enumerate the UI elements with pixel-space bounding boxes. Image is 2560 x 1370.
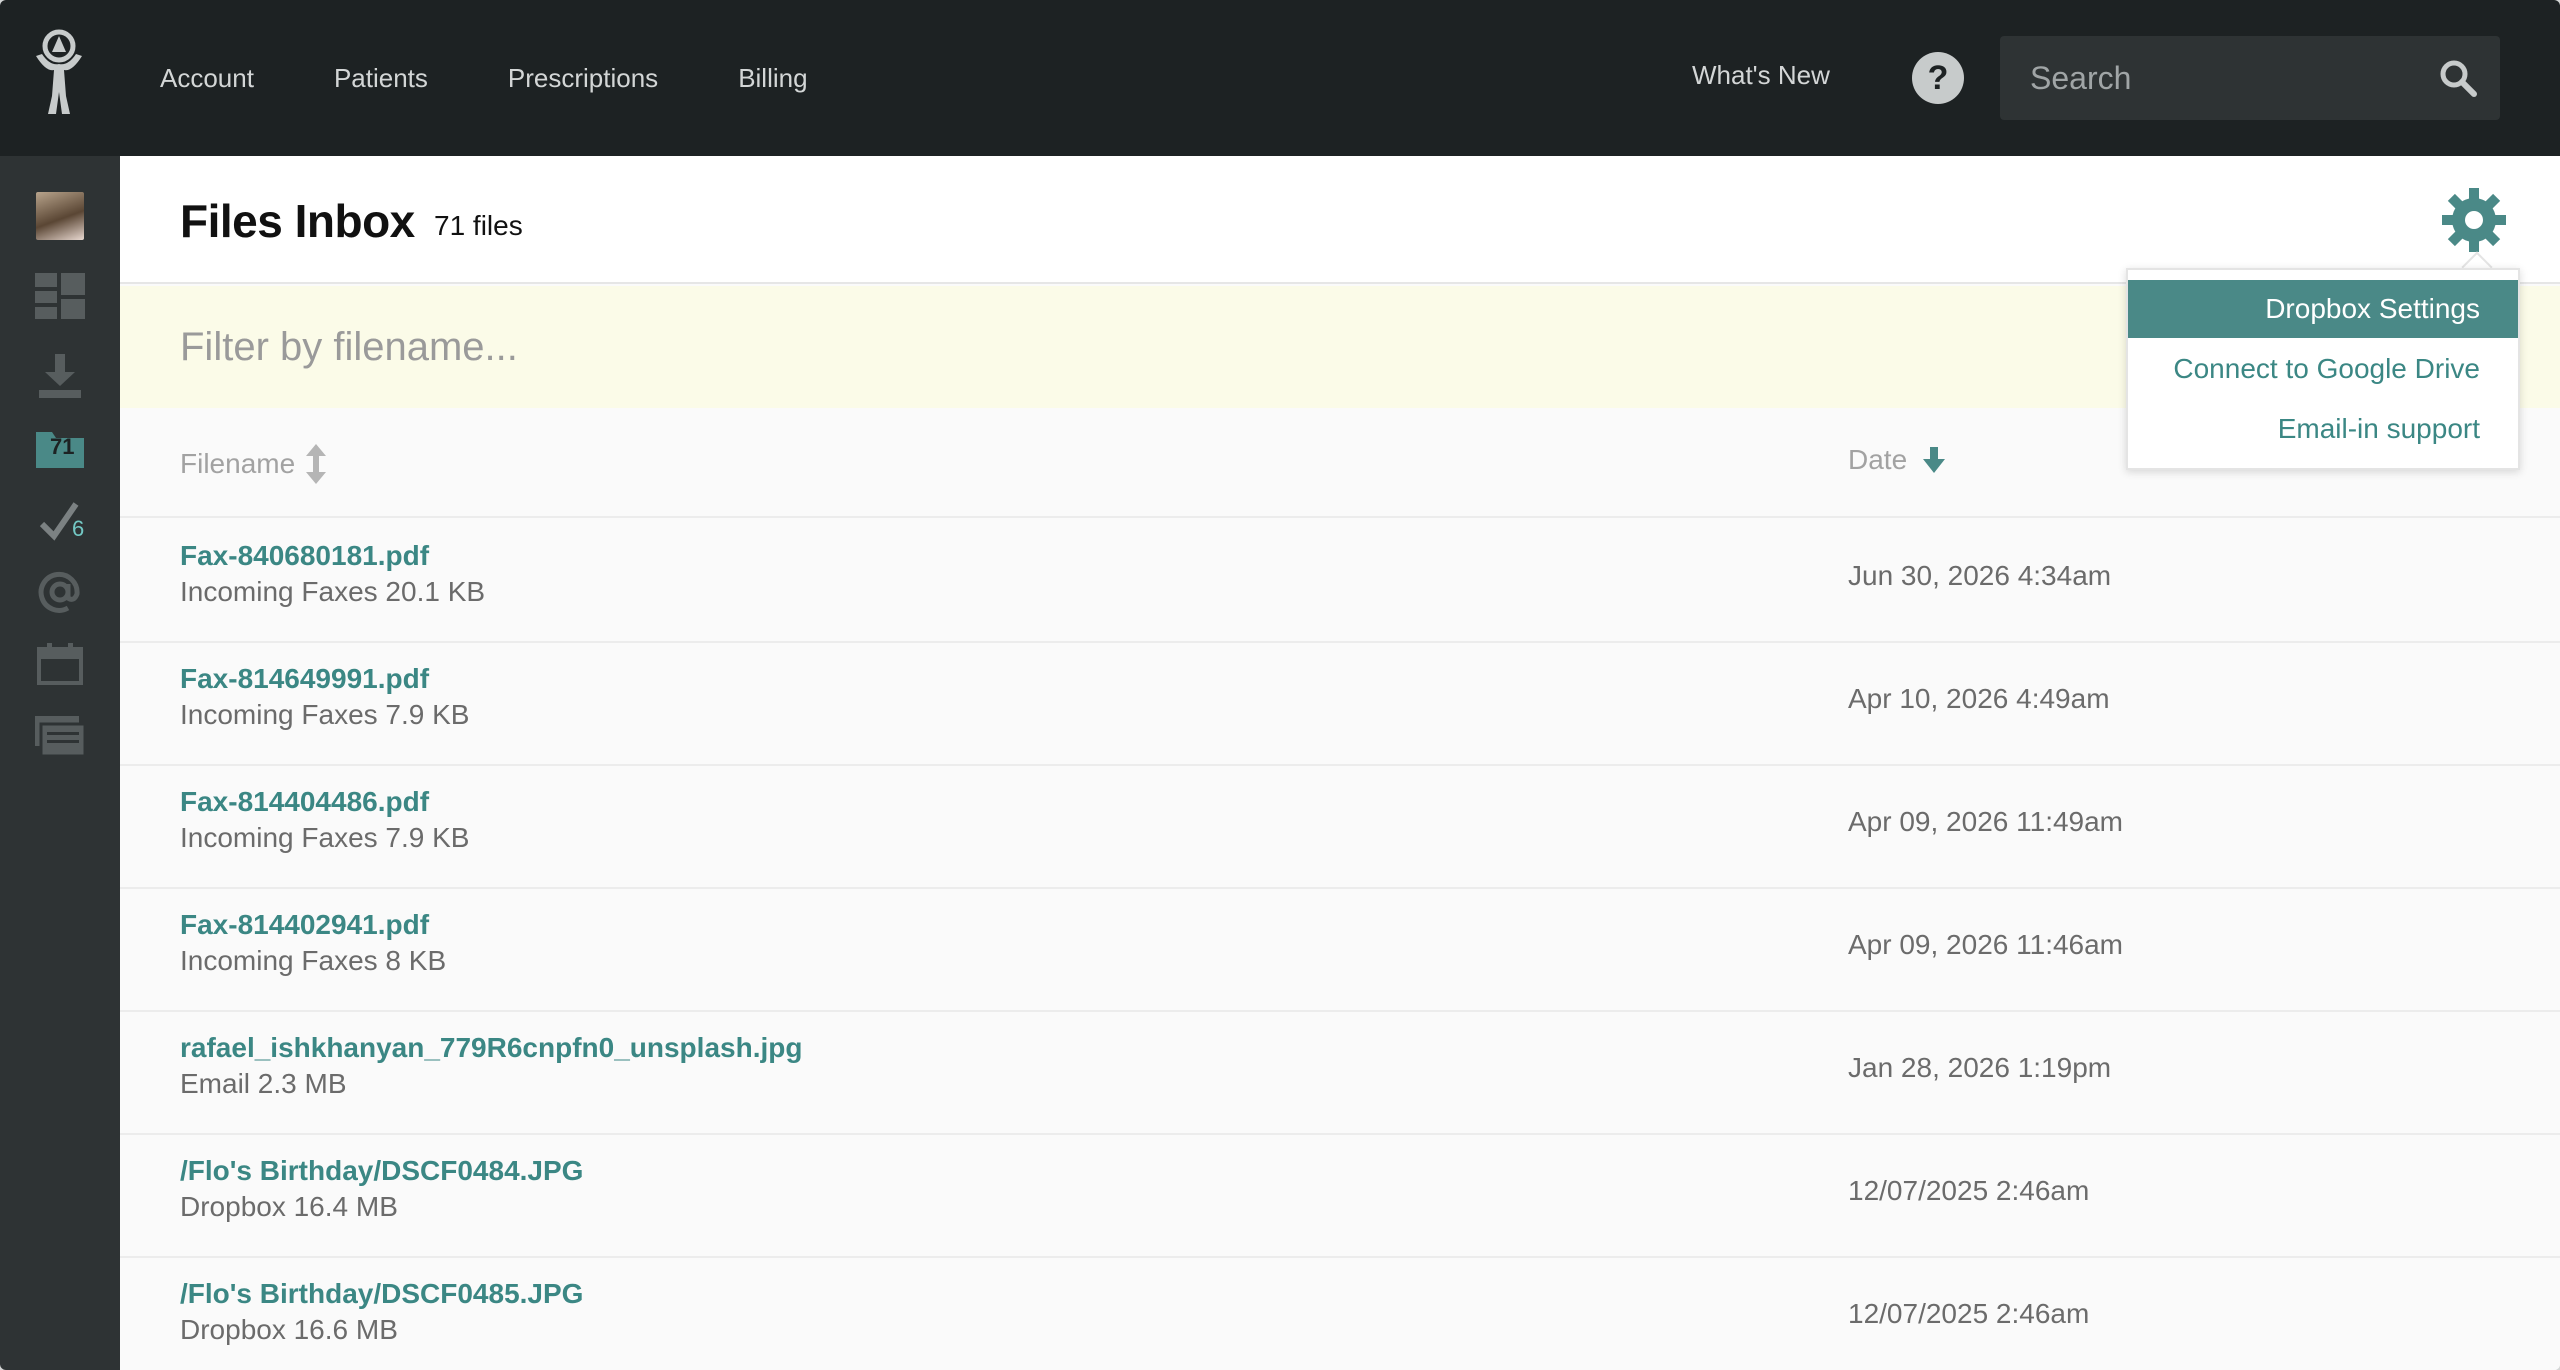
sort-both-icon: [306, 444, 327, 484]
table-row[interactable]: Fax-814404486.pdf Incoming Faxes 7.9 KB …: [120, 766, 2560, 889]
file-date: 12/07/2025 2:46am: [1848, 1298, 2090, 1329]
filter-input[interactable]: [180, 286, 1580, 408]
files-badge: 71: [50, 434, 75, 459]
menu-item-dropbox-settings[interactable]: Dropbox Settings: [2128, 280, 2518, 338]
file-name-link[interactable]: /Flo's Birthday/DSCF0485.JPG: [180, 1278, 583, 1310]
calendar-icon: [37, 643, 83, 685]
file-date: Apr 10, 2026 4:49am: [1848, 683, 2110, 714]
column-date[interactable]: Date: [1848, 444, 1946, 476]
file-date: Apr 09, 2026 11:46am: [1848, 929, 2124, 960]
tasks-badge: 6: [72, 516, 85, 541]
column-filename[interactable]: Filename: [180, 444, 327, 484]
file-list: Fax-840680181.pdf Incoming Faxes 20.1 KB…: [120, 520, 2560, 1370]
sidebar-item-mentions[interactable]: [34, 566, 86, 618]
file-name-link[interactable]: /Flo's Birthday/DSCF0484.JPG: [180, 1155, 583, 1187]
file-meta: Dropbox 16.4 MB: [180, 1191, 398, 1222]
main-nav: Account Patients Prescriptions Billing: [160, 0, 888, 156]
table-row[interactable]: rafael_ishkhanyan_779R6cnpfn0_unsplash.j…: [120, 1012, 2560, 1135]
sidebar-item-profile[interactable]: [34, 190, 86, 242]
dashboard-icon: [35, 273, 85, 319]
file-date: Jun 30, 2026 4:34am: [1848, 560, 2112, 591]
table-row[interactable]: /Flo's Birthday/DSCF0484.JPG Dropbox 16.…: [120, 1135, 2560, 1258]
sidebar: 71 6: [0, 156, 120, 1370]
file-date: Apr 09, 2026 11:49am: [1848, 806, 2124, 837]
nav-billing[interactable]: Billing: [738, 63, 807, 94]
download-icon: [39, 354, 81, 398]
file-name-link[interactable]: Fax-814402941.pdf: [180, 909, 429, 941]
logo-icon[interactable]: [28, 26, 90, 118]
whats-new-link[interactable]: What's New: [1692, 60, 1830, 91]
file-date: 12/07/2025 2:46am: [1848, 1175, 2090, 1206]
file-meta: Incoming Faxes 7.9 KB: [180, 699, 470, 730]
page-header: Files Inbox 71 files: [120, 156, 2560, 284]
file-name-link[interactable]: Fax-814404486.pdf: [180, 786, 429, 818]
nav-patients[interactable]: Patients: [334, 63, 428, 94]
table-row[interactable]: /Flo's Birthday/DSCF0485.JPG Dropbox 16.…: [120, 1258, 2560, 1370]
file-meta: Email 2.3 MB: [180, 1068, 347, 1099]
nav-account[interactable]: Account: [160, 63, 254, 94]
app-window: Account Patients Prescriptions Billing W…: [0, 0, 2560, 1370]
nav-prescriptions[interactable]: Prescriptions: [508, 63, 658, 94]
file-count: 71 files: [434, 210, 523, 241]
sidebar-item-files[interactable]: 71: [34, 422, 86, 474]
help-icon[interactable]: ?: [1912, 52, 1964, 104]
file-meta: Incoming Faxes 8 KB: [180, 945, 447, 976]
column-filename-label: Filename: [180, 448, 296, 479]
file-name-link[interactable]: rafael_ishkhanyan_779R6cnpfn0_unsplash.j…: [180, 1032, 802, 1064]
sidebar-item-messages[interactable]: [34, 710, 86, 762]
settings-dropdown: Dropbox Settings Connect to Google Drive…: [2126, 268, 2520, 470]
column-date-label: Date: [1848, 444, 1908, 475]
file-meta: Incoming Faxes 7.9 KB: [180, 822, 470, 853]
gear-icon[interactable]: [2442, 188, 2506, 252]
file-date: Jan 28, 2026 1:19pm: [1848, 1052, 2112, 1083]
menu-item-email-in-support[interactable]: Email-in support: [2128, 400, 2518, 458]
sidebar-item-tasks[interactable]: 6: [34, 496, 86, 548]
sidebar-item-download[interactable]: [34, 350, 86, 402]
at-icon: [38, 571, 80, 613]
search-box: [2000, 36, 2500, 120]
messages-icon: [35, 716, 85, 756]
avatar[interactable]: [36, 192, 84, 240]
menu-item-connect-google-drive[interactable]: Connect to Google Drive: [2128, 340, 2518, 398]
file-name-link[interactable]: Fax-814649991.pdf: [180, 663, 429, 695]
file-meta: Incoming Faxes 20.1 KB: [180, 576, 486, 607]
file-meta: Dropbox 16.6 MB: [180, 1314, 398, 1345]
table-row[interactable]: Fax-840680181.pdf Incoming Faxes 20.1 KB…: [120, 520, 2560, 643]
top-bar: Account Patients Prescriptions Billing W…: [0, 0, 2560, 156]
sort-down-icon: [1923, 447, 1946, 473]
page-title: Files Inbox: [180, 195, 415, 247]
file-name-link[interactable]: Fax-840680181.pdf: [180, 540, 429, 572]
sidebar-item-calendar[interactable]: [34, 638, 86, 690]
sidebar-item-dashboard[interactable]: [34, 270, 86, 322]
table-row[interactable]: Fax-814649991.pdf Incoming Faxes 7.9 KB …: [120, 643, 2560, 766]
search-icon[interactable]: [2438, 58, 2478, 98]
table-row[interactable]: Fax-814402941.pdf Incoming Faxes 8 KB Ap…: [120, 889, 2560, 1012]
search-input[interactable]: [2030, 36, 2410, 120]
